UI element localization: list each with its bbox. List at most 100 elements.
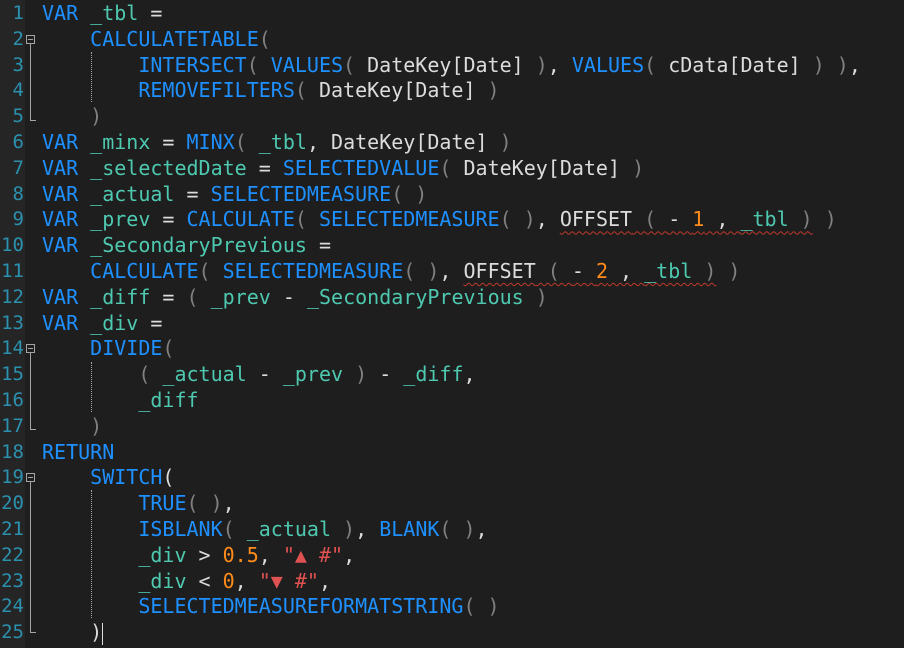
line-number: 24 [1,595,24,618]
token-p: ) [475,78,500,103]
code-line[interactable]: 15 ( _actual - _prev ) - _diff, [0,362,904,388]
token-p: ( ) [499,207,536,232]
token-t [42,53,138,77]
token-p: ) [812,207,837,232]
code-line[interactable]: 16 _diff [0,388,904,414]
code-line[interactable]: 12 VAR _diff = ( _prev - _SecondaryPrevio… [0,285,904,311]
token-var: _tbl [258,129,307,154]
token-t: ) [90,620,103,645]
code-text: VAR _minx = MINX( _tbl, DateKey[Date] ) [42,130,512,156]
code-editor[interactable]: 1 VAR _tbl = 2 CALCULATETABLE(3 INTERSECT(… [0,1,904,646]
code-line[interactable]: 20 TRUE( ), [0,491,904,517]
code-line[interactable]: 11 CALCULATE( SELECTEDMEASURE( ), OFFSET… [0,259,904,285]
line-number: 22 [1,543,24,566]
token-kw: RETURN [42,439,115,464]
code-line[interactable]: 1 VAR _tbl = [0,1,904,27]
code-line[interactable]: 7 VAR _selectedDate = SELECTEDVALUE( Date… [0,156,904,182]
text-caret [102,622,104,645]
token-t: , [222,491,235,516]
token-fn: VALUES [571,52,645,77]
token-p: ( [234,129,259,154]
token-t: , [475,516,488,541]
line-number: 19 [1,466,24,489]
token-t [42,594,138,618]
token-var: _prev [282,362,344,387]
token-p: ) [90,413,103,438]
code-text: VAR _SecondaryPrevious = [42,233,331,259]
line-number: 18 [1,440,24,463]
code-line[interactable]: 14 DIVIDE( [0,336,904,362]
line-number: 9 [12,208,24,231]
token-var: _minx [90,129,151,154]
token-fn: DIVIDE [90,336,163,361]
line-number: 23 [1,569,24,592]
line-number: 4 [12,79,24,102]
code-text: VAR _prev = CALCULATE( SELECTEDMEASURE( … [42,207,837,233]
token-t: , [463,362,476,387]
code-line[interactable]: 10 VAR _SecondaryPrevious = [0,233,904,259]
token-t: , [848,52,861,77]
code-text: RETURN [42,440,114,466]
token-var: _actual [162,362,247,387]
token-var: _actual [246,516,332,541]
line-number: 25 [1,621,24,644]
code-line[interactable]: 19 SWITCH( [0,465,904,491]
token-p: ) [716,258,741,283]
code-line[interactable]: 13 VAR _div = [0,311,904,337]
code-line[interactable]: 3 INTERSECT( VALUES( DateKey[Date] ), VA… [0,53,904,79]
token-fn: CALCULATETABLE [90,26,259,51]
token-t: = [174,181,211,206]
token-p: ( [198,258,223,283]
token-fn: MINX [186,129,235,154]
code-line[interactable]: 23 _div < 0, "▼ #", [0,569,904,595]
line-number: 12 [1,285,24,308]
code-line[interactable]: 5 ) [0,104,904,130]
code-line[interactable]: 6 VAR _minx = MINX( _tbl, DateKey[Date] ) [0,130,904,156]
code-text: CALCULATETABLE( [42,27,271,53]
token-sqp: ( [632,207,669,232]
code-line[interactable]: 2 CALCULATETABLE( [0,27,904,53]
code-text: ) [42,620,104,646]
token-t: , [234,568,259,593]
code-text: INTERSECT( VALUES( DateKey[Date] ), VALU… [42,53,861,79]
code-text: REMOVEFILTERS( DateKey[Date] ) [42,78,500,104]
token-fn: SWITCH [90,465,163,490]
code-text: VAR _diff = ( _prev - _SecondaryPrevious… [42,285,548,311]
token-fn: SELECTEDMEASURE [318,207,500,232]
token-t: DateKey[Date] [367,52,524,77]
token-sqp: ) [788,207,813,232]
token-p: ( ) [186,491,223,516]
token-t [42,27,90,51]
token-p: ( [162,336,175,361]
line-number: 3 [12,53,24,76]
token-fn: REMOVEFILTERS [138,78,295,103]
code-line[interactable]: 4 REMOVEFILTERS( DateKey[Date] ) [0,78,904,104]
token-t [42,336,90,360]
line-number: 14 [1,337,24,360]
line-number: 8 [12,182,24,205]
code-line[interactable]: 22 _div > 0.5, "▲ #", [0,543,904,569]
token-t: < [186,568,223,593]
token-p: ( [644,52,669,77]
token-t [42,620,90,644]
token-t [42,414,90,438]
code-text: SELECTEDMEASUREFORMATSTRING( ) [42,594,499,620]
token-var: _div [90,310,139,335]
code-line[interactable]: 8 VAR _actual = SELECTEDMEASURE( ) [0,182,904,208]
code-line[interactable]: 24 SELECTEDMEASUREFORMATSTRING( ) [0,594,904,620]
token-fn: ISBLANK [138,516,223,541]
code-line[interactable]: 17 ) [0,414,904,440]
code-text: VAR _actual = SELECTEDMEASURE( ) [42,182,427,208]
code-line[interactable]: 21 ISBLANK( _actual ), BLANK( ), [0,517,904,543]
token-t [42,491,138,515]
code-line[interactable]: 9 VAR _prev = CALCULATE( SELECTEDMEASURE(… [0,207,904,233]
token-p: ( [294,78,319,103]
token-var: _diff [403,362,464,387]
token-t [42,465,90,489]
token-var: _diff [90,284,151,309]
token-fn: SELECTEDVALUE [282,155,440,180]
token-p: ( [222,516,247,541]
code-text: _div > 0.5, "▲ #", [42,543,355,569]
code-line[interactable]: 25 ) [0,620,904,646]
code-line[interactable]: 18 RETURN [0,440,904,466]
